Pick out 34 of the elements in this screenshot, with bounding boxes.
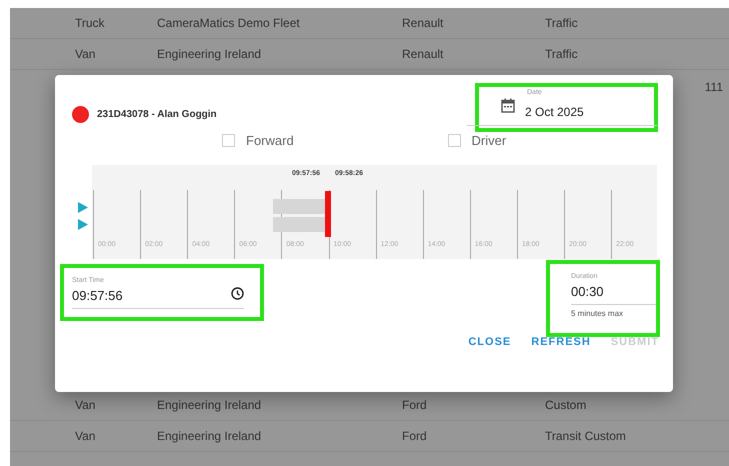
checkbox-label: Driver [472,132,506,148]
table-cell: Engineering Ireland [157,398,262,412]
dialog-button[interactable]: CLOSE [462,332,518,352]
table-cell: Traffic [545,16,578,30]
table-cell: Transit Custom [545,429,626,443]
table-cell: Van [75,47,96,61]
table-cell: CameraMatics Demo Fleet [157,16,300,30]
play-icon[interactable] [78,219,88,230]
playhead-marker[interactable] [325,191,331,237]
clock-icon[interactable] [231,287,244,300]
table-cell: 111 [704,80,723,94]
table-cell: Ford [402,398,427,412]
play-icon[interactable] [78,202,88,213]
date-field[interactable]: 2 Oct 2025 [525,105,584,119]
table-cell: Ford [402,429,427,443]
checkbox[interactable] [448,134,460,146]
checkbox-label: Forward [246,132,294,148]
checkbox[interactable] [222,134,235,146]
table-cell: Custom [545,398,586,412]
table-cell: Engineering Ireland [157,47,262,61]
table-cell: Van [75,429,96,443]
duration-field[interactable]: 00:30 [571,284,656,299]
calendar-icon [501,98,515,112]
table-cell: Renault [402,16,444,30]
recorded-segment-drawing [273,199,326,232]
start-time-field[interactable]: 09:57:56 [72,288,123,303]
table-cell: Truck [75,16,105,30]
vehicle-label: 231D43078 - Alan Goggin [97,109,217,120]
table-cell: Engineering Ireland [157,429,262,443]
table-cell: Traffic [545,47,578,61]
table-cell: Renault [402,47,444,61]
helper-text: 5 minutes max [571,309,624,318]
dialog-button[interactable]: REFRESH [525,332,597,352]
table-cell: Van [75,398,96,412]
